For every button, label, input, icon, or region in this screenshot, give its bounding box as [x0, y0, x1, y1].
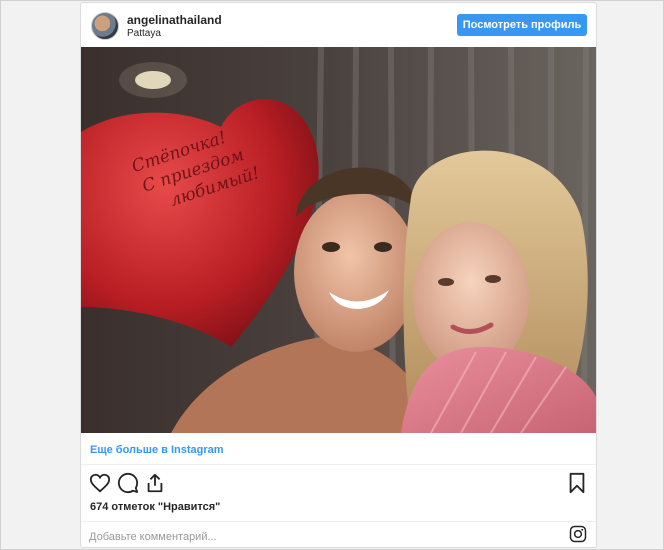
comment-icon[interactable]	[117, 472, 139, 494]
post-actions	[81, 470, 596, 498]
divider	[81, 464, 596, 465]
location[interactable]: Pattaya	[127, 27, 222, 41]
instagram-icon[interactable]	[569, 525, 587, 543]
heart-icon[interactable]	[89, 472, 111, 494]
more-on-instagram-link[interactable]: Еще больше в Instagram	[90, 444, 224, 456]
post-photo[interactable]: Стёпочка! С приездом любимый!	[81, 47, 596, 433]
embed-frame: angelinathailand Pattaya Посмотреть проф…	[0, 0, 664, 550]
view-profile-button[interactable]: Посмотреть профиль	[457, 14, 587, 36]
comment-input[interactable]	[89, 530, 549, 544]
user-block: angelinathailand Pattaya	[127, 13, 222, 41]
divider	[81, 521, 596, 522]
likes-count[interactable]: 674 отметок "Нравится"	[90, 501, 220, 513]
instagram-post-card: angelinathailand Pattaya Посмотреть проф…	[80, 2, 597, 548]
bookmark-icon[interactable]	[566, 472, 588, 494]
photo-image	[81, 47, 596, 433]
post-header: angelinathailand Pattaya Посмотреть проф…	[81, 3, 596, 47]
share-icon[interactable]	[144, 472, 166, 494]
avatar[interactable]	[91, 12, 119, 40]
username[interactable]: angelinathailand	[127, 13, 222, 27]
